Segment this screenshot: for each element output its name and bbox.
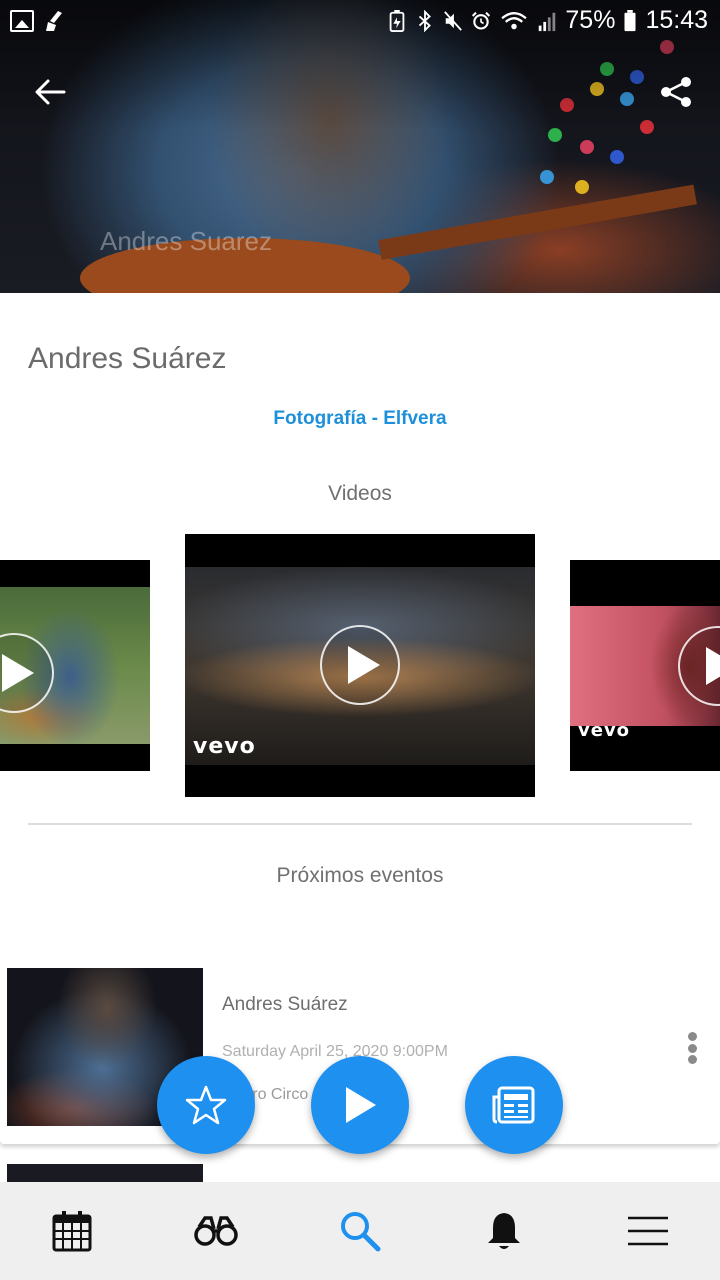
battery-icon bbox=[624, 9, 636, 31]
battery-saver-icon bbox=[390, 9, 405, 32]
clock: 15:43 bbox=[645, 6, 708, 34]
share-button[interactable] bbox=[654, 72, 698, 112]
back-button[interactable] bbox=[28, 72, 72, 112]
battery-percent: 75% bbox=[565, 6, 616, 34]
alarm-icon bbox=[472, 11, 491, 30]
share-icon bbox=[661, 77, 691, 107]
back-arrow-icon bbox=[35, 79, 66, 105]
video-thumbnail-featured[interactable]: vevo bbox=[185, 534, 535, 797]
artist-name: Andres Suárez bbox=[28, 342, 227, 375]
events-section-title: Próximos eventos bbox=[276, 864, 444, 887]
bell-icon bbox=[488, 1213, 520, 1249]
play-icon bbox=[320, 625, 400, 705]
more-vert-icon bbox=[687, 1032, 697, 1041]
calendar-icon bbox=[52, 1211, 92, 1252]
nav-calendar[interactable] bbox=[0, 1182, 144, 1280]
photo-credit-link[interactable]: Fotografía - Elfvera bbox=[0, 408, 720, 430]
videos-section-title: Videos bbox=[328, 482, 392, 505]
newspaper-icon bbox=[492, 1086, 535, 1124]
status-bar: 75% 15:43 bbox=[0, 0, 720, 44]
cleaner-icon bbox=[46, 11, 62, 31]
signal-icon bbox=[539, 12, 556, 31]
video-thumbnail[interactable]: vevo bbox=[570, 560, 720, 771]
play-icon bbox=[346, 1087, 376, 1123]
nav-notifications[interactable] bbox=[432, 1182, 576, 1280]
event-date: Saturday April 25, 2020 9:00PM bbox=[222, 1043, 448, 1060]
search-icon bbox=[341, 1212, 381, 1252]
image-icon bbox=[10, 10, 34, 32]
nav-search[interactable] bbox=[288, 1182, 432, 1280]
bottom-navigation bbox=[0, 1182, 720, 1280]
play-fab-button[interactable] bbox=[311, 1056, 409, 1154]
bluetooth-icon bbox=[419, 9, 432, 32]
star-icon bbox=[185, 1085, 227, 1125]
event-title: Andres Suárez bbox=[222, 994, 348, 1015]
nav-explore[interactable] bbox=[144, 1182, 288, 1280]
wifi-icon bbox=[501, 11, 528, 29]
news-fab-button[interactable] bbox=[465, 1056, 563, 1154]
vevo-logo: vevo bbox=[193, 734, 256, 759]
favorite-fab-button[interactable] bbox=[157, 1056, 255, 1154]
section-divider bbox=[28, 823, 692, 825]
binoculars-icon bbox=[194, 1216, 238, 1246]
vevo-logo: vevo bbox=[578, 720, 631, 741]
video-thumbnail[interactable] bbox=[0, 560, 150, 771]
hero-watermark: Andres Suarez bbox=[100, 226, 272, 256]
nav-menu[interactable] bbox=[576, 1182, 720, 1280]
event-more-button[interactable] bbox=[680, 1028, 704, 1068]
menu-icon bbox=[628, 1216, 668, 1246]
mute-icon bbox=[444, 10, 463, 31]
